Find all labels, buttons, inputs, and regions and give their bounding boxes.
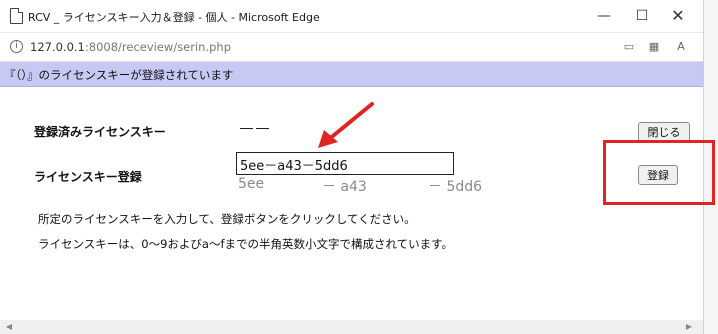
- page-icon: [10, 8, 23, 24]
- window-title: RCV _ ライセンスキー入力＆登録 - 個人 - Microsoft Edge: [28, 11, 320, 24]
- screen-icon[interactable]: ▭: [620, 39, 638, 55]
- scroll-right-icon[interactable]: ▶: [684, 322, 694, 332]
- close-window-button[interactable]: ✕: [660, 4, 696, 28]
- address-bar[interactable]: i 127.0.0.1:8008/receview/serin.php ▭ ▦ …: [0, 33, 703, 62]
- key-hint-segment-1: 5ee: [238, 176, 265, 192]
- key-hint-segment-2: － a43: [322, 179, 367, 195]
- horizontal-scrollbar[interactable]: ◀ ▶: [0, 320, 703, 334]
- key-hint-segment-3: － 5dd6: [428, 179, 483, 195]
- maximize-button[interactable]: ☐: [624, 4, 660, 28]
- annotation-highlight-box: [603, 140, 715, 205]
- instruction-text-2: ライセンスキーは、0～9およびa～fまでの半角英数小文字で構成されています。: [38, 237, 453, 251]
- annotation-arrow: [318, 102, 374, 148]
- minimize-button[interactable]: —: [586, 4, 622, 28]
- close-button[interactable]: 閉じる: [638, 122, 690, 142]
- instruction-text-1: 所定のライセンスキーを入力して、登録ボタンをクリックしてください。: [38, 212, 416, 226]
- url-host: 127.0.0.1: [30, 40, 85, 54]
- info-icon[interactable]: i: [10, 40, 23, 53]
- banner-text: 『（）』のライセンスキーが登録されています: [4, 68, 234, 82]
- url-text[interactable]: 127.0.0.1:8008/receview/serin.php: [30, 40, 231, 54]
- register-key-label: ライセンスキー登録: [34, 170, 142, 184]
- scroll-left-icon[interactable]: ◀: [4, 322, 14, 332]
- url-path: :8008/receview/serin.php: [84, 40, 232, 54]
- status-banner: 『（）』のライセンスキーが登録されています: [0, 62, 703, 87]
- registered-key-label: 登録済みライセンスキー: [34, 125, 166, 139]
- registered-key-value: ――: [240, 121, 272, 136]
- qr-code-icon[interactable]: ▦: [645, 39, 663, 55]
- title-bar: RCV _ ライセンスキー入力＆登録 - 個人 - Microsoft Edge…: [0, 0, 703, 33]
- read-aloud-icon[interactable]: A: [672, 39, 690, 55]
- browser-window: RCV _ ライセンスキー入力＆登録 - 個人 - Microsoft Edge…: [0, 0, 704, 334]
- license-key-input[interactable]: 5ee－a43－5dd6: [236, 152, 454, 175]
